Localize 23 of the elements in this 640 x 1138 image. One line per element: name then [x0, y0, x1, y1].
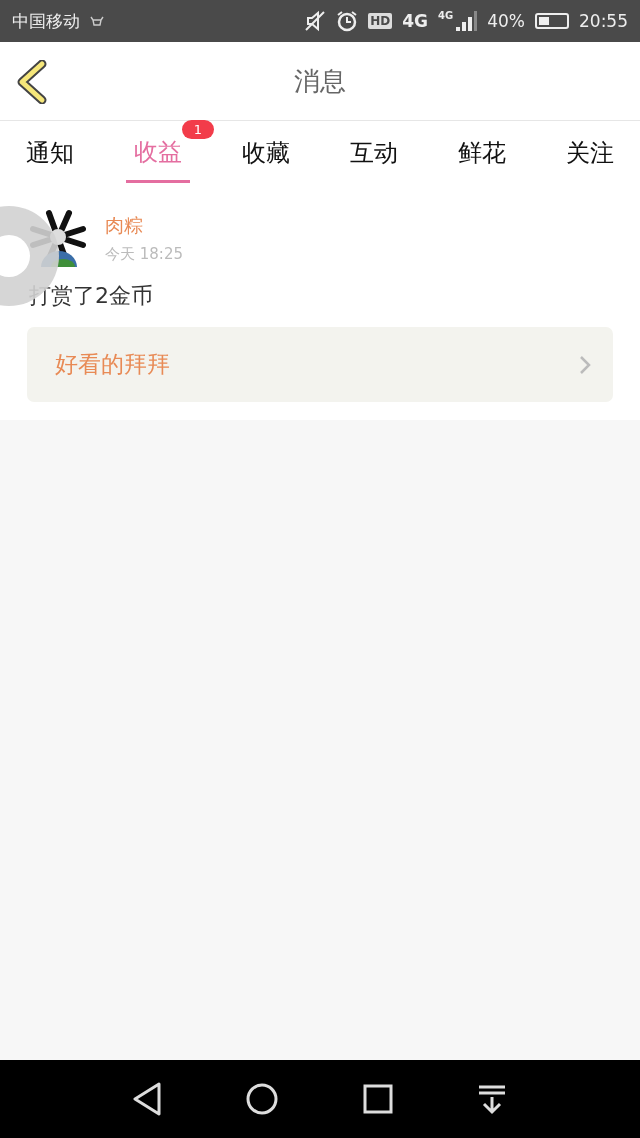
hd-indicator: HD	[368, 13, 393, 29]
battery-percent: 40%	[487, 11, 525, 31]
chevron-icon	[579, 354, 591, 375]
clock: 20:55	[579, 11, 628, 31]
network-type: 4G	[402, 11, 429, 31]
back-nav-icon[interactable]	[131, 1082, 162, 1116]
signal-network-type: 4G	[438, 10, 454, 21]
back-icon[interactable]	[16, 60, 48, 104]
tab[interactable]: 鲜花	[450, 125, 514, 181]
battery-icon	[535, 13, 569, 29]
signal-icon	[455, 10, 478, 32]
tab[interactable]: 通知	[18, 125, 82, 181]
page-title: 消息	[293, 64, 347, 98]
recents-icon[interactable]	[362, 1084, 393, 1114]
mute-icon	[304, 10, 327, 32]
tab[interactable]: 收藏	[234, 125, 298, 181]
tab[interactable]: 关注	[558, 125, 622, 181]
alarm-icon	[336, 10, 359, 32]
carrier-name: 中国移动	[12, 9, 80, 33]
home-icon[interactable]	[245, 1082, 280, 1116]
tab[interactable]: 互动	[342, 125, 406, 181]
message-text: 打赏了2金币	[29, 282, 154, 310]
message-time: 今天 18:25	[105, 244, 183, 264]
